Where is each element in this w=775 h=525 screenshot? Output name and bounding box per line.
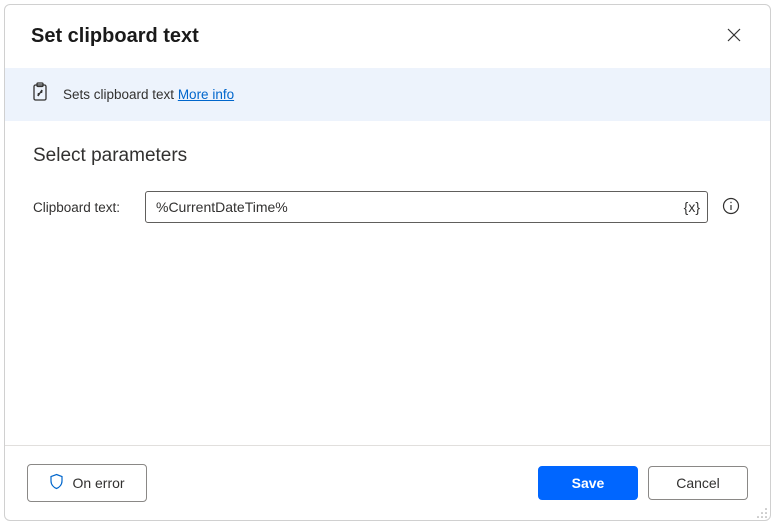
insert-variable-button[interactable]: {x} [682,197,702,217]
section-title: Select parameters [33,145,742,167]
more-info-link[interactable]: More info [178,87,234,102]
cancel-button[interactable]: Cancel [648,466,748,500]
info-button[interactable] [720,195,742,220]
info-banner: Sets clipboard text More info [5,68,770,121]
dialog-body: Select parameters Clipboard text: {x} [5,121,770,445]
on-error-button[interactable]: On error [27,464,147,502]
param-row-clipboard-text: Clipboard text: {x} [33,191,742,223]
on-error-label: On error [72,475,124,491]
clipboard-text-input[interactable] [145,191,708,223]
input-wrapper: {x} [145,191,708,223]
dialog-title: Set clipboard text [31,25,199,48]
dialog-set-clipboard-text: Set clipboard text Sets clipboard text M… [4,4,771,521]
clipboard-text-label: Clipboard text: [33,200,133,215]
dialog-footer: On error Save Cancel [5,445,770,520]
close-icon [726,27,742,43]
footer-right-buttons: Save Cancel [538,466,748,500]
info-icon [722,197,740,215]
close-button[interactable] [722,23,746,50]
resize-handle[interactable] [756,506,768,518]
banner-text: Sets clipboard text More info [63,87,234,102]
dialog-header: Set clipboard text [5,5,770,68]
save-button[interactable]: Save [538,466,638,500]
banner-description: Sets clipboard text [63,87,178,102]
clipboard-icon [31,82,49,107]
shield-icon [49,473,64,493]
